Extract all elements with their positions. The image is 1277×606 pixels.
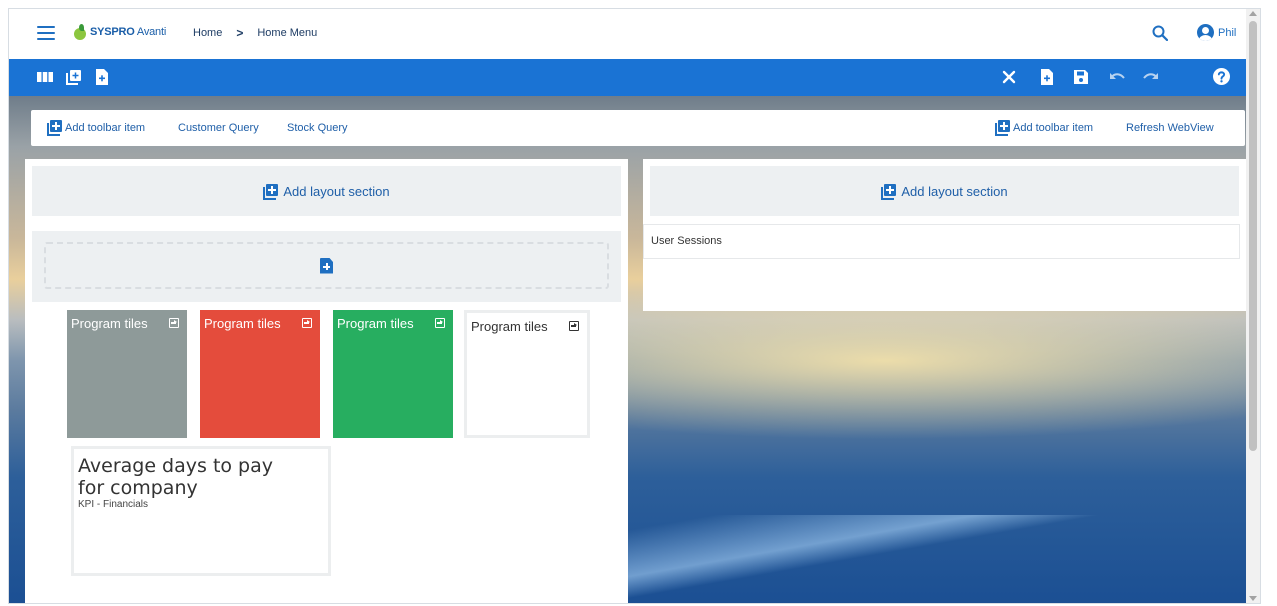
top-header: SYSPRO Avanti Home > Home Menu Phil — [9, 9, 1260, 59]
redo-icon[interactable] — [1143, 69, 1159, 85]
tile-label: Program tiles — [71, 316, 148, 331]
hamburger-menu-icon[interactable] — [37, 26, 55, 40]
breadcrumb-home[interactable]: Home — [193, 27, 222, 39]
expand-icon[interactable] — [569, 321, 579, 331]
kpi-subtitle: KPI - Financials — [78, 499, 149, 510]
left-layout-panel: Add layout section Program tiles Program… — [25, 159, 628, 603]
kpi-tile[interactable]: Average days to pay for company KPI - Fi… — [71, 446, 331, 576]
logo-product: Avanti — [136, 26, 167, 38]
user-sessions-widget[interactable]: User Sessions — [643, 224, 1240, 259]
right-layout-panel: Add layout section User Sessions — [643, 159, 1246, 311]
tile-label: Program tiles — [337, 316, 414, 331]
program-tile-white[interactable]: Program tiles — [464, 310, 590, 438]
tile-label: Program tiles — [471, 319, 548, 334]
add-layout-section-button[interactable]: Add layout section — [32, 166, 621, 216]
add-toolbar-item-left-button[interactable]: Add toolbar item — [47, 120, 145, 136]
design-toolbar — [9, 59, 1260, 96]
add-document-icon[interactable] — [1039, 69, 1055, 85]
refresh-webview-link[interactable]: Refresh WebView — [1126, 122, 1214, 134]
widget-drop-area — [32, 231, 621, 302]
customer-query-link[interactable]: Customer Query — [178, 122, 259, 134]
logo-brand: SYSPRO — [90, 26, 135, 38]
breadcrumb: Home > Home Menu — [193, 26, 317, 40]
program-tile-green[interactable]: Program tiles — [333, 310, 453, 438]
expand-icon[interactable] — [435, 318, 445, 328]
add-layout-section-icon — [263, 183, 279, 200]
kpi-title: Average days to pay for company — [78, 455, 274, 499]
add-layout-section-icon — [881, 183, 897, 200]
stock-query-link[interactable]: Stock Query — [287, 122, 348, 134]
widget-title: User Sessions — [651, 235, 722, 247]
program-tile-red[interactable]: Program tiles — [200, 310, 320, 438]
add-layout-section-button[interactable]: Add layout section — [650, 166, 1239, 216]
add-toolbar-item-icon — [47, 120, 63, 136]
user-name: Phil — [1218, 26, 1237, 39]
quick-toolbar: Add toolbar item Customer Query Stock Qu… — [31, 110, 1245, 146]
undo-icon[interactable] — [1109, 69, 1125, 85]
save-icon[interactable] — [1073, 69, 1089, 85]
scroll-thumb[interactable] — [1249, 21, 1257, 451]
breadcrumb-separator: > — [236, 26, 244, 40]
scroll-up-arrow-icon[interactable] — [1249, 11, 1257, 16]
breadcrumb-home-menu[interactable]: Home Menu — [257, 27, 317, 39]
tile-label: Program tiles — [204, 316, 281, 331]
columns-icon[interactable] — [37, 69, 53, 85]
add-toolbar-item-icon — [995, 120, 1011, 136]
search-icon[interactable] — [1152, 25, 1168, 41]
logo-mark-icon — [73, 24, 87, 40]
add-widget-dropzone[interactable] — [44, 242, 609, 289]
close-icon[interactable] — [1001, 69, 1017, 85]
program-tile-gray[interactable]: Program tiles — [67, 310, 187, 438]
add-toolbar-item-right-button[interactable]: Add toolbar item — [995, 120, 1093, 136]
add-document-icon — [320, 257, 333, 274]
expand-icon[interactable] — [169, 318, 179, 328]
help-icon[interactable] — [1213, 68, 1230, 85]
add-panel-icon[interactable] — [66, 69, 82, 85]
app-window: SYSPRO Avanti Home > Home Menu Phil Add … — [8, 8, 1261, 604]
user-avatar-icon — [1197, 24, 1214, 41]
add-document-icon[interactable] — [94, 69, 110, 85]
user-menu[interactable]: Phil — [1197, 24, 1236, 41]
syspro-logo[interactable]: SYSPRO Avanti — [73, 24, 166, 40]
vertical-scrollbar[interactable] — [1246, 9, 1260, 603]
scroll-down-arrow-icon[interactable] — [1249, 596, 1257, 601]
expand-icon[interactable] — [302, 318, 312, 328]
